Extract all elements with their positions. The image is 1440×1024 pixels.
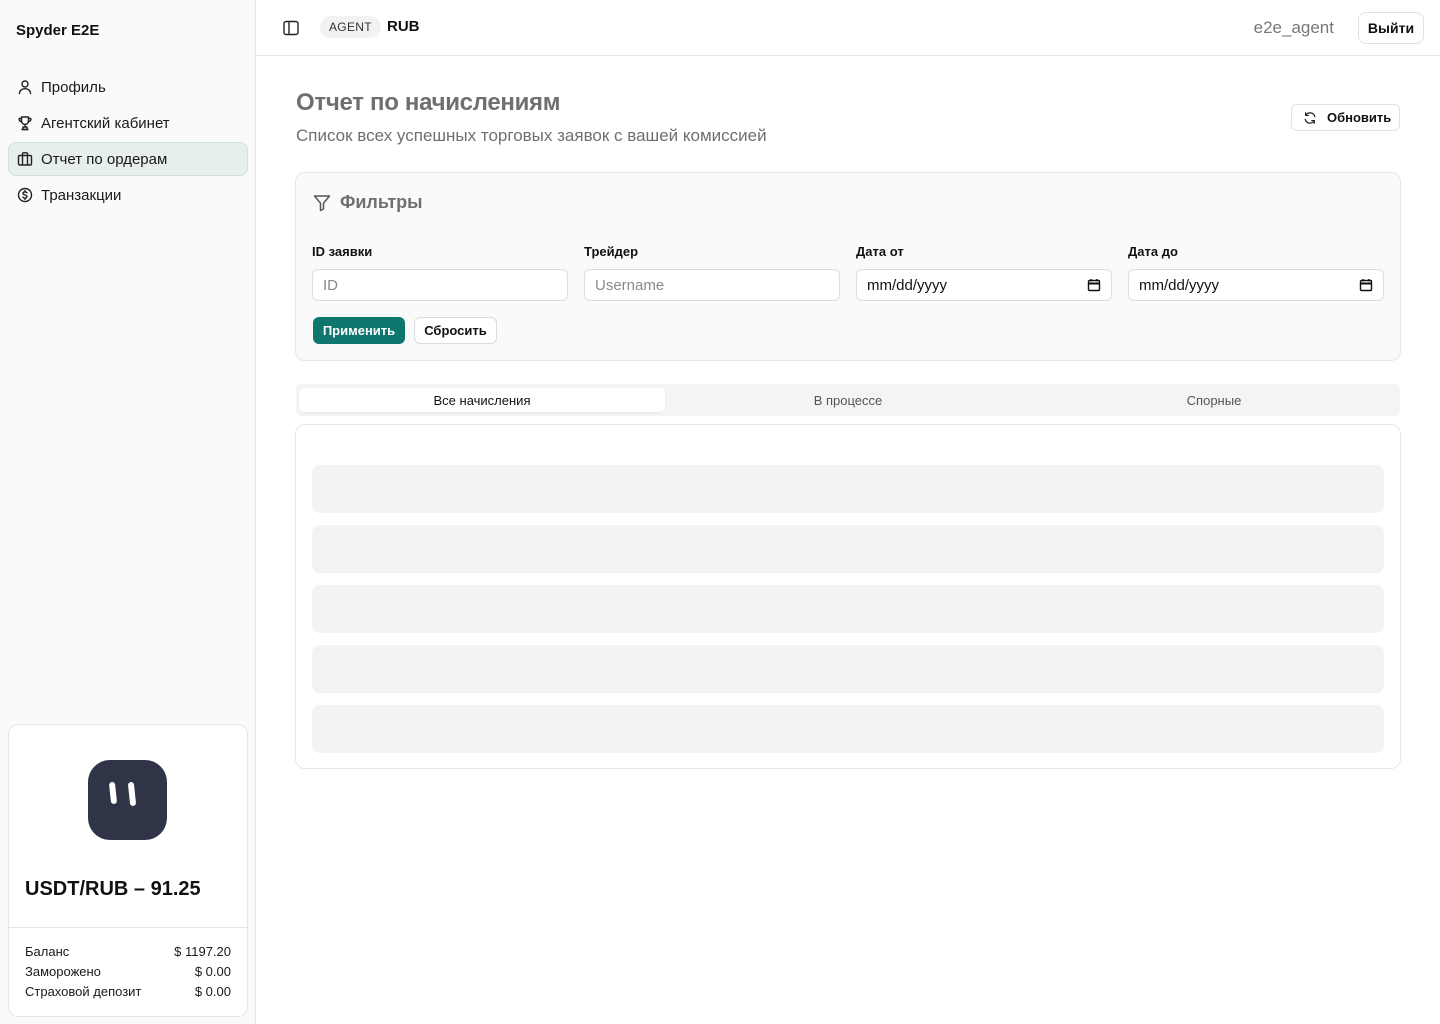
apply-button[interactable]: Применить [313, 317, 405, 344]
insurance-deposit-row: Страховой депозит $ 0.00 [25, 983, 231, 1003]
date-to-value: mm/dd/yyyy [1139, 276, 1220, 294]
page-subtitle: Список всех успешных торговых заявок с в… [296, 126, 767, 145]
tab-all-accruals[interactable]: Все начисления [299, 388, 665, 412]
filters-panel: Фильтры ID заявки ID Трейдер Username Да… [295, 172, 1401, 361]
balance-value: $ 1197.20 [174, 944, 231, 959]
filters-title-text: Фильтры [340, 192, 423, 212]
refresh-icon [1303, 111, 1327, 125]
sidebar-item-label: Профиль [41, 78, 106, 96]
balance-label: Баланс [25, 944, 70, 959]
user-icon [17, 79, 33, 95]
trader-placeholder: Username [595, 276, 665, 294]
date-from-value: mm/dd/yyyy [867, 276, 948, 294]
trophy-icon [17, 115, 33, 131]
sidebar-item-orders-report[interactable]: Отчет по ордерам [8, 142, 248, 176]
loading-skeleton-row [312, 525, 1384, 573]
username: e2e_agent [1253, 18, 1334, 37]
loading-skeleton-row [312, 645, 1384, 693]
filter-trader: Трейдер Username [584, 244, 840, 301]
tab-in-progress[interactable]: В процессе [665, 388, 1031, 412]
currency-label: RUB [387, 18, 420, 35]
sidebar-item-agent-cabinet[interactable]: Агентский кабинет [8, 106, 248, 140]
report-tabs: Все начисления В процессе Спорные [296, 384, 1400, 416]
order-id-placeholder: ID [323, 276, 338, 294]
filter-icon [312, 193, 340, 213]
refresh-label: Обновить [1327, 110, 1392, 125]
top-header: AGENT RUB e2e_agent Выйти [256, 0, 1440, 56]
sidebar-item-label: Транзакции [41, 186, 122, 204]
loading-skeleton-row [312, 585, 1384, 633]
role-badge: AGENT [320, 16, 381, 38]
filter-date-from: Дата от mm/dd/yyyy [856, 244, 1112, 301]
tab-disputed[interactable]: Спорные [1031, 388, 1397, 412]
frozen-label: Заморожено [25, 964, 101, 979]
loading-skeleton-row [312, 465, 1384, 513]
loading-skeleton-row [312, 705, 1384, 753]
briefcase-icon [17, 151, 33, 167]
frozen-row: Заморожено $ 0.00 [25, 963, 231, 983]
insurance-deposit-value: $ 0.00 [194, 984, 231, 999]
sidebar-item-label: Отчет по ордерам [41, 150, 168, 168]
trader-label: Трейдер [584, 244, 639, 259]
date-from-input[interactable]: mm/dd/yyyy [856, 269, 1112, 301]
reset-button[interactable]: Сбросить [414, 317, 497, 344]
divider [9, 927, 247, 928]
order-id-input[interactable]: ID [312, 269, 568, 301]
exchange-rate: USDT/RUB – 91.25 [25, 878, 201, 900]
page-title: Отчет по начислениям [296, 89, 561, 116]
sidebar-item-profile[interactable]: Профиль [8, 70, 248, 104]
insurance-deposit-label: Страховой депозит [25, 984, 142, 999]
wallet-balances: Баланс $ 1197.20 Заморожено $ 0.00 Страх… [25, 943, 231, 1003]
sidebar: Spyder E2E Профиль Агентский кабинет Отч… [0, 0, 256, 1024]
balance-row: Баланс $ 1197.20 [25, 943, 231, 963]
calendar-icon[interactable] [1359, 278, 1373, 292]
date-from-label: Дата от [856, 244, 904, 259]
filter-order-id: ID заявки ID [312, 244, 568, 301]
date-to-input[interactable]: mm/dd/yyyy [1128, 269, 1384, 301]
frozen-value: $ 0.00 [194, 964, 231, 979]
date-to-label: Дата до [1128, 244, 1178, 259]
order-id-label: ID заявки [312, 244, 373, 259]
dollar-circle-icon [17, 187, 33, 203]
sidebar-nav: Профиль Агентский кабинет Отчет по ордер… [8, 70, 248, 214]
trader-input[interactable]: Username [584, 269, 840, 301]
filter-date-to: Дата до mm/dd/yyyy [1128, 244, 1384, 301]
filters-title: Фильтры [312, 192, 423, 213]
calendar-icon[interactable] [1087, 278, 1101, 292]
sidebar-toggle-icon[interactable] [282, 19, 300, 37]
refresh-button[interactable]: Обновить [1291, 104, 1400, 131]
brand-name: Spyder E2E [16, 22, 100, 39]
sidebar-item-transactions[interactable]: Транзакции [8, 178, 248, 212]
app-logo [88, 760, 167, 840]
sidebar-item-label: Агентский кабинет [41, 114, 170, 132]
wallet-card: USDT/RUB – 91.25 Баланс $ 1197.20 Заморо… [8, 724, 248, 1017]
results-panel [295, 424, 1401, 769]
logout-button[interactable]: Выйти [1358, 12, 1424, 44]
